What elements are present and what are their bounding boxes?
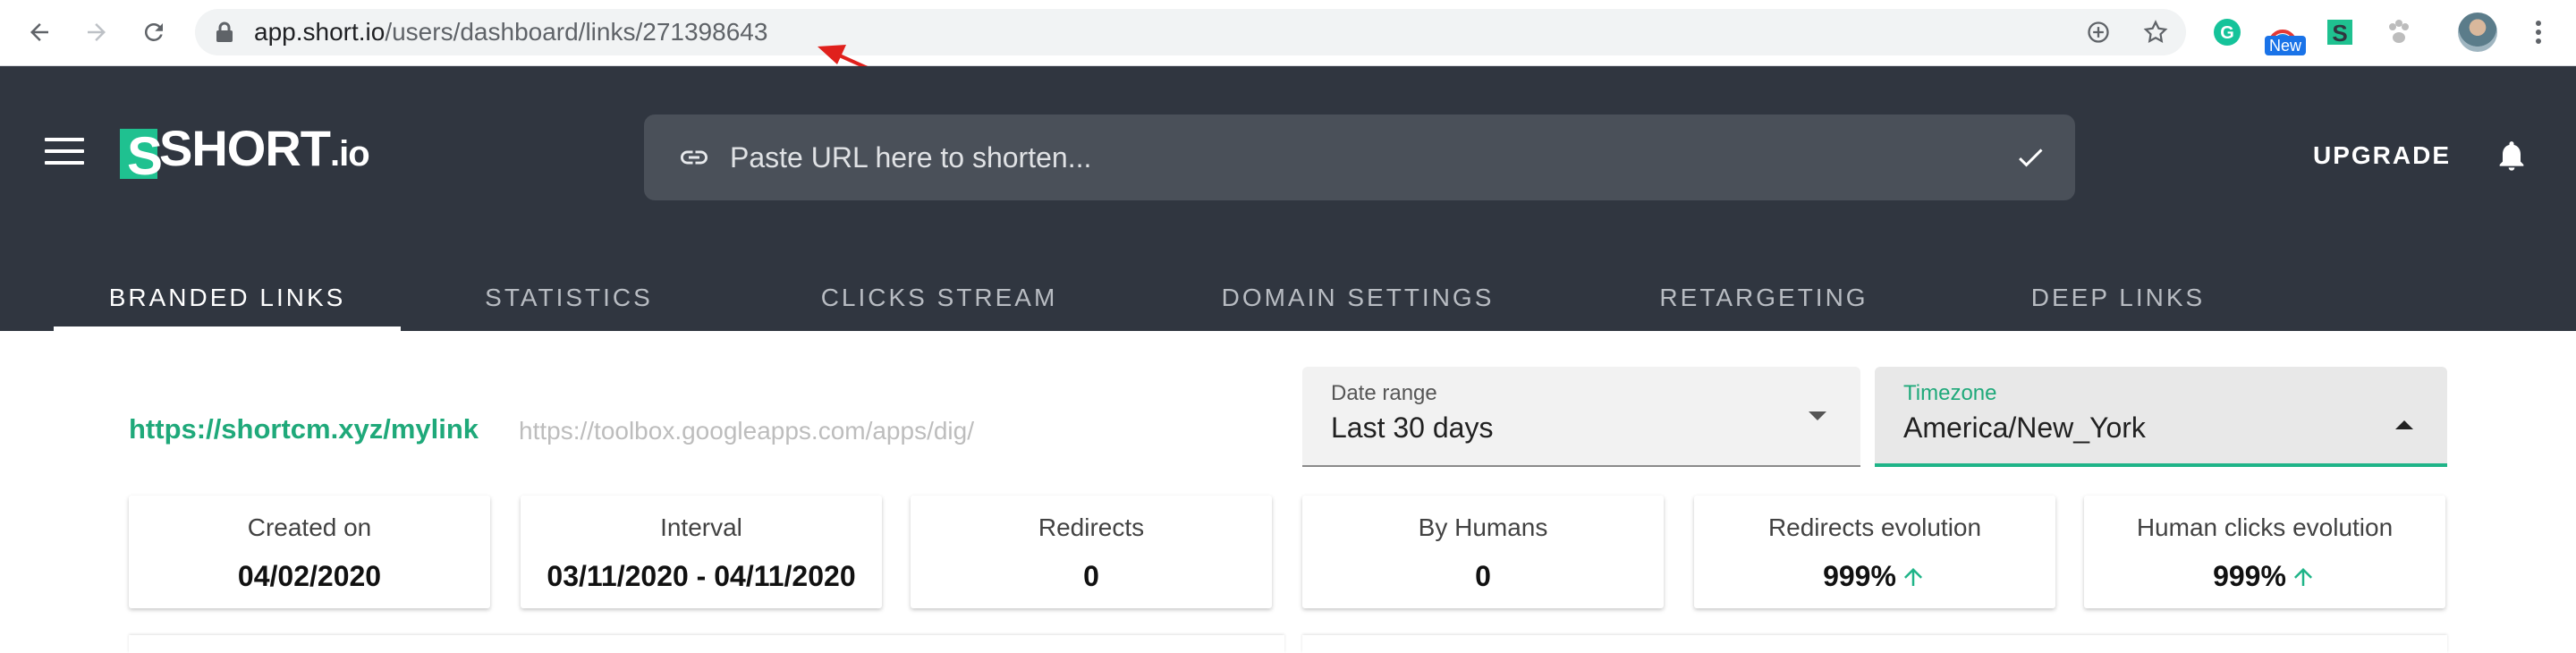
url-host: app.short.io bbox=[254, 18, 386, 46]
tab-statistics[interactable]: STATISTICS bbox=[401, 265, 737, 331]
stat-card-redirects-evolution: Redirects evolution 999% bbox=[1694, 496, 2055, 608]
notifications-bell-icon[interactable] bbox=[2494, 136, 2529, 175]
stat-value-text: 0 bbox=[1083, 560, 1099, 592]
stat-value-text: 0 bbox=[1475, 560, 1491, 592]
tab-deep-links[interactable]: DEEP LINKS bbox=[1953, 265, 2283, 331]
short-io-logo[interactable]: SHORT.io bbox=[120, 120, 370, 187]
stat-value: 04/02/2020 bbox=[129, 560, 490, 593]
tab-domain-settings[interactable]: DOMAIN SETTINGS bbox=[1141, 265, 1574, 331]
dropdown-caret-icon bbox=[1809, 411, 1826, 420]
shorten-url-input[interactable] bbox=[730, 136, 1964, 179]
date-range-label: Date range bbox=[1331, 381, 1437, 405]
stat-card-created-on: Created on 04/02/2020 bbox=[129, 496, 490, 608]
more-vert-icon bbox=[2536, 21, 2541, 44]
logo-main-text: SHORT bbox=[159, 120, 331, 176]
tab-retargeting[interactable]: RETARGETING bbox=[1574, 265, 1953, 331]
stat-value-text: 03/11/2020 - 04/11/2020 bbox=[547, 560, 856, 592]
stat-value: 0 bbox=[911, 560, 1272, 593]
stat-title: Interval bbox=[660, 513, 742, 541]
timezone-select[interactable]: Timezone America/New_York bbox=[1875, 367, 2447, 467]
stat-value: 999% bbox=[1694, 560, 2055, 593]
star-icon bbox=[2143, 20, 2168, 43]
install-app-button[interactable] bbox=[2084, 18, 2113, 47]
paw-icon bbox=[2389, 20, 2409, 43]
new-badge: New bbox=[2265, 36, 2307, 55]
forward-button[interactable] bbox=[77, 13, 116, 52]
original-url[interactable]: https://toolbox.googleapps.com/apps/dig/ bbox=[519, 417, 974, 445]
chart-panel-left bbox=[129, 635, 1284, 653]
address-bar[interactable]: app.short.io/users/dashboard/links/27139… bbox=[195, 9, 2186, 55]
lock-icon bbox=[216, 21, 233, 42]
stat-card-interval: Interval 03/11/2020 - 04/11/2020 bbox=[521, 496, 882, 608]
check-icon[interactable] bbox=[2012, 141, 2048, 174]
back-button[interactable] bbox=[20, 13, 59, 52]
add-circle-icon bbox=[2088, 21, 2109, 43]
arrow-up-icon bbox=[2293, 567, 2312, 586]
dropdown-caret-up-icon bbox=[2395, 420, 2413, 429]
reload-icon bbox=[144, 22, 163, 41]
timezone-label: Timezone bbox=[1903, 381, 1997, 405]
shorten-url-box bbox=[644, 114, 2075, 200]
stat-title: Redirects bbox=[1038, 513, 1145, 541]
stat-title: Created on bbox=[247, 513, 372, 541]
stat-card-by-humans: By Humans 0 bbox=[1302, 496, 1664, 608]
reload-button[interactable] bbox=[134, 13, 174, 52]
grammarly-icon: G bbox=[2214, 19, 2241, 46]
url-path: /users/dashboard/links/271398643 bbox=[385, 18, 768, 46]
extension-grammarly[interactable]: G bbox=[2211, 16, 2243, 48]
timezone-value: America/New_York bbox=[1903, 411, 2146, 444]
browser-menu-button[interactable] bbox=[2519, 13, 2558, 52]
app-header: SHORT.io UPGRADE BRANDED LINKS STATISTIC… bbox=[0, 66, 2576, 331]
short-extension-icon: S bbox=[2327, 20, 2352, 47]
arrow-right-icon bbox=[88, 23, 106, 41]
browser-toolbar: app.short.io/users/dashboard/links/27139… bbox=[0, 0, 2576, 66]
date-range-select[interactable]: Date range Last 30 days bbox=[1302, 367, 1860, 467]
stat-value: 03/11/2020 - 04/11/2020 bbox=[521, 560, 882, 593]
upgrade-button[interactable]: UPGRADE bbox=[2313, 141, 2451, 170]
tab-clicks-stream[interactable]: CLICKS STREAM bbox=[737, 265, 1141, 331]
tab-branded-links[interactable]: BRANDED LINKS bbox=[54, 265, 401, 331]
stat-title: Human clicks evolution bbox=[2136, 513, 2394, 541]
svg-text:G: G bbox=[2220, 23, 2234, 43]
stat-card-human-clicks-evolution: Human clicks evolution 999% bbox=[2084, 496, 2445, 608]
profile-avatar[interactable] bbox=[2458, 13, 2497, 52]
hamburger-menu-icon[interactable] bbox=[45, 138, 84, 170]
address-url: app.short.io/users/dashboard/links/27139… bbox=[254, 19, 767, 46]
stat-value-text: 04/02/2020 bbox=[237, 560, 382, 592]
logo-suffix-text: .io bbox=[330, 134, 370, 174]
arrow-up-icon bbox=[1903, 567, 1922, 586]
main-tabs: BRANDED LINKS STATISTICS CLICKS STREAM D… bbox=[0, 265, 2576, 331]
stat-value-text: 999% bbox=[1823, 560, 1896, 592]
logo-wordmark: SHORT.io bbox=[159, 120, 370, 179]
arrow-left-icon bbox=[30, 23, 48, 41]
extension-short[interactable]: S bbox=[2324, 16, 2356, 48]
stat-value-text: 999% bbox=[2213, 560, 2286, 592]
svg-text:S: S bbox=[2332, 20, 2347, 47]
extension-paw[interactable] bbox=[2383, 16, 2415, 48]
chart-panel-right bbox=[1302, 635, 2447, 653]
date-range-value: Last 30 days bbox=[1331, 411, 1494, 444]
stat-value: 0 bbox=[1302, 560, 1664, 593]
bookmark-button[interactable] bbox=[2141, 18, 2170, 47]
stat-title: Redirects evolution bbox=[1767, 513, 1982, 541]
stat-title: By Humans bbox=[1418, 513, 1548, 541]
logo-mark bbox=[120, 125, 163, 187]
short-link-url[interactable]: https://shortcm.xyz/mylink bbox=[129, 413, 479, 445]
stat-value: 999% bbox=[2084, 560, 2445, 593]
stat-card-redirects: Redirects 0 bbox=[911, 496, 1272, 608]
link-icon bbox=[681, 150, 708, 165]
